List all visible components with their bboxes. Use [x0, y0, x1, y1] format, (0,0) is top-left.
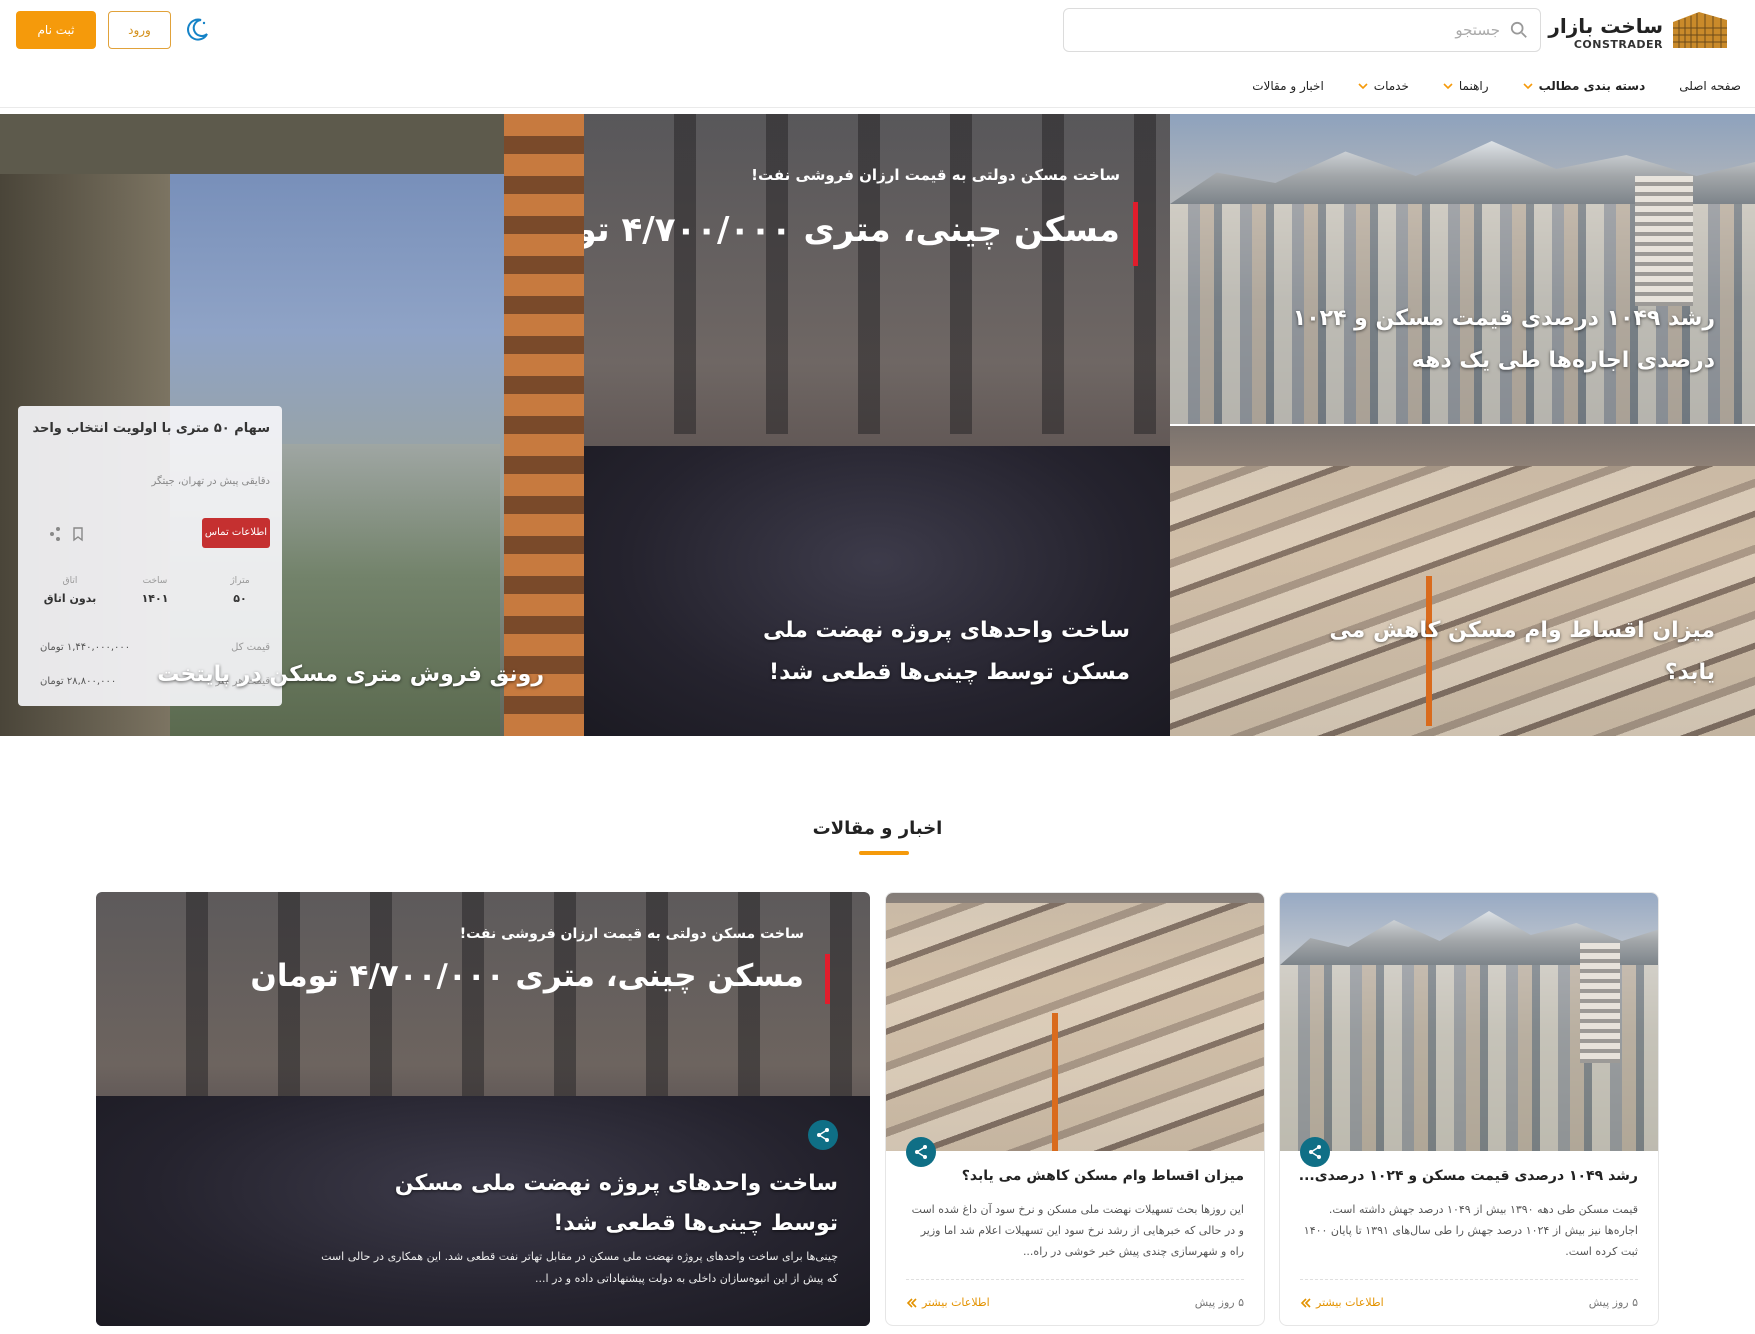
article-card[interactable]: رشد ۱۰۴۹ درصدی قیمت مسکن و ۱۰۲۴ درصدی...…: [1279, 892, 1659, 1326]
share-bookmark-icons: [50, 527, 83, 542]
highrise-image: [1580, 943, 1620, 1063]
poster-accent-bar: [825, 954, 830, 1004]
listing-location: دقایقی پیش در تهران، جیتگر: [151, 476, 270, 487]
double-chevron-left-icon: [1300, 1297, 1311, 1308]
listing-total-price: قیمت کل ۱,۴۴۰,۰۰۰,۰۰۰ تومان: [40, 642, 270, 653]
hero-caption-left: رونق فروش متری مسکن در پایتخت: [157, 662, 544, 687]
article-card[interactable]: میزان اقساط وام مسکن کاهش می یابد؟ این ر…: [885, 892, 1265, 1326]
card-divider: [1300, 1279, 1638, 1280]
nav-list: صفحه اصلی دسته بندی مطالب راهنما خدمات ا…: [1218, 76, 1741, 96]
share-button[interactable]: [906, 1137, 936, 1167]
site-logo[interactable]: ساخت بازار CONSTRADER: [1548, 6, 1743, 54]
logo-text-persian: ساخت بازار: [1548, 14, 1663, 38]
hero-tile-top-right[interactable]: رشد ۱۰۴۹ درصدی قیمت مسکن و ۱۰۲۴ درصدی اج…: [1170, 114, 1755, 424]
hero-tile-middle[interactable]: ساخت مسکن دولتی به قیمت ارزان فروشی نفت!…: [584, 114, 1170, 736]
contact-info-button: اطلاعات تماس: [202, 518, 270, 548]
chevron-down-icon: [1522, 83, 1533, 90]
poster-subtitle: ساخت مسکن دولتی به قیمت ارزان فروشی نفت!: [459, 926, 804, 942]
hero-grid: سهام ۵۰ متری با اولویت انتخاب واحد دقایق…: [0, 114, 1755, 736]
article-image[interactable]: [886, 893, 1264, 1151]
article-date: ۵ روز پیش: [1588, 1296, 1638, 1309]
nav-item-label: راهنما: [1458, 79, 1489, 93]
nav-item-categories[interactable]: دسته بندی مطالب: [1522, 76, 1646, 96]
listing-stat-built: ساخت ۱۴۰۱: [141, 576, 169, 605]
nav-item-label: دسته بندی مطالب: [1538, 79, 1646, 93]
article-excerpt: قیمت مسکن طی دهه ۱۳۹۰ بیش از ۱۰۴۹ درصد ج…: [1303, 1203, 1638, 1258]
featured-article-excerpt: چینی‌ها برای ساخت واحدهای پروژه نهضت ملی…: [321, 1250, 838, 1285]
poster-accent-bar: [1133, 202, 1138, 266]
search-box[interactable]: [1063, 8, 1541, 52]
article-title[interactable]: رشد ۱۰۴۹ درصدی قیمت مسکن و ۱۰۲۴ درصدی...: [1298, 1168, 1638, 1184]
share-icon: [1309, 1145, 1321, 1159]
moon-icon[interactable]: [184, 17, 210, 43]
main-nav: صفحه اصلی دسته بندی مطالب راهنما خدمات ا…: [0, 70, 1755, 108]
double-chevron-left-icon: [906, 1297, 917, 1308]
article-excerpt: این روزها بحث تسهیلات نهضت ملی مسکن و نر…: [911, 1203, 1244, 1258]
article-title[interactable]: میزان اقساط وام مسکن کاهش می یابد؟: [904, 1168, 1244, 1184]
more-info-label: اطلاعات بیشتر: [922, 1296, 990, 1309]
featured-article-title[interactable]: ساخت واحدهای پروژه نهضت ملی مسکن توسط چی…: [368, 1164, 838, 1244]
nav-item-home[interactable]: صفحه اصلی: [1679, 76, 1741, 96]
housing-blocks-image: [886, 903, 1264, 1151]
more-info-label: اطلاعات بیشتر: [1316, 1296, 1384, 1309]
poster-subtitle: ساخت مسکن دولتی به قیمت ارزان فروشی نفت!: [751, 166, 1120, 184]
nav-item-label: صفحه اصلی: [1679, 79, 1741, 93]
poster-title: مسکن چینی، متری ۴/۷۰۰/۰۰۰ تومان: [584, 210, 1120, 250]
chevron-down-icon: [1443, 83, 1453, 90]
more-info-link[interactable]: اطلاعات بیشتر: [906, 1296, 990, 1309]
featured-article-card[interactable]: ساخت مسکن دولتی به قیمت ارزان فروشی نفت!…: [96, 892, 870, 1326]
chevron-down-icon: [1358, 83, 1368, 90]
hero-caption-top-right: رشد ۱۰۴۹ درصدی قیمت مسکن و ۱۰۲۴ درصدی اج…: [1292, 306, 1715, 373]
more-info-link[interactable]: اطلاعات بیشتر: [1300, 1296, 1384, 1309]
construction-pillars-image: [604, 114, 1164, 434]
logo-text-english: CONSTRADER: [1573, 38, 1663, 51]
nav-item-guide[interactable]: راهنما: [1443, 76, 1489, 96]
search-icon[interactable]: [1510, 21, 1528, 39]
article-image[interactable]: [1280, 893, 1658, 1151]
share-icon: [915, 1145, 927, 1159]
nav-item-label: خدمات: [1373, 79, 1409, 93]
hero-caption-middle: ساخت واحدهای پروژه نهضت ملی مسکن توسط چی…: [762, 618, 1130, 685]
share-icon: [817, 1128, 829, 1142]
listing-stat-area: متراژ ۵۰: [230, 576, 250, 605]
tower-image: [504, 114, 584, 736]
section-title-underline: [859, 851, 909, 855]
listing-stat-rooms: اتاق بدون اتاق: [43, 576, 97, 605]
hero-tile-bottom-right[interactable]: میزان اقساط وام مسکن کاهش می یابد؟: [1170, 426, 1755, 736]
hero-tile-left[interactable]: سهام ۵۰ متری با اولویت انتخاب واحد دقایق…: [0, 114, 584, 736]
listing-stats: متراژ ۵۰ ساخت ۱۴۰۱ اتاق بدون اتاق: [40, 576, 270, 620]
housing-blocks-image: [1170, 466, 1755, 736]
section-title: اخبار و مقالات: [812, 818, 943, 839]
share-button[interactable]: [808, 1120, 838, 1150]
site-header: ساخت بازار CONSTRADER ثبت نام ورود: [0, 0, 1755, 62]
card-divider: [906, 1279, 1244, 1280]
hero-caption-bottom-right: میزان اقساط وام مسکن کاهش می یابد؟: [1329, 618, 1715, 685]
share-button[interactable]: [1300, 1137, 1330, 1167]
highrise-image: [1635, 176, 1693, 306]
nav-item-services[interactable]: خدمات: [1358, 76, 1409, 96]
search-input[interactable]: [1080, 17, 1500, 43]
article-date: ۵ روز پیش: [1194, 1296, 1244, 1309]
login-button[interactable]: ورود: [108, 11, 171, 49]
poster-title: مسکن چینی، متری ۴/۷۰۰/۰۰۰ تومان: [250, 958, 804, 994]
nav-item-news[interactable]: اخبار و مقالات: [1252, 76, 1324, 96]
balcony-ceiling-image: [0, 114, 584, 174]
crane-image: [1052, 1013, 1058, 1151]
building-logo-icon: [1673, 12, 1727, 48]
listing-title: سهام ۵۰ متری با اولویت انتخاب واحد: [32, 421, 270, 436]
nav-item-label: اخبار و مقالات: [1252, 79, 1324, 93]
signup-button[interactable]: ثبت نام: [16, 11, 96, 49]
